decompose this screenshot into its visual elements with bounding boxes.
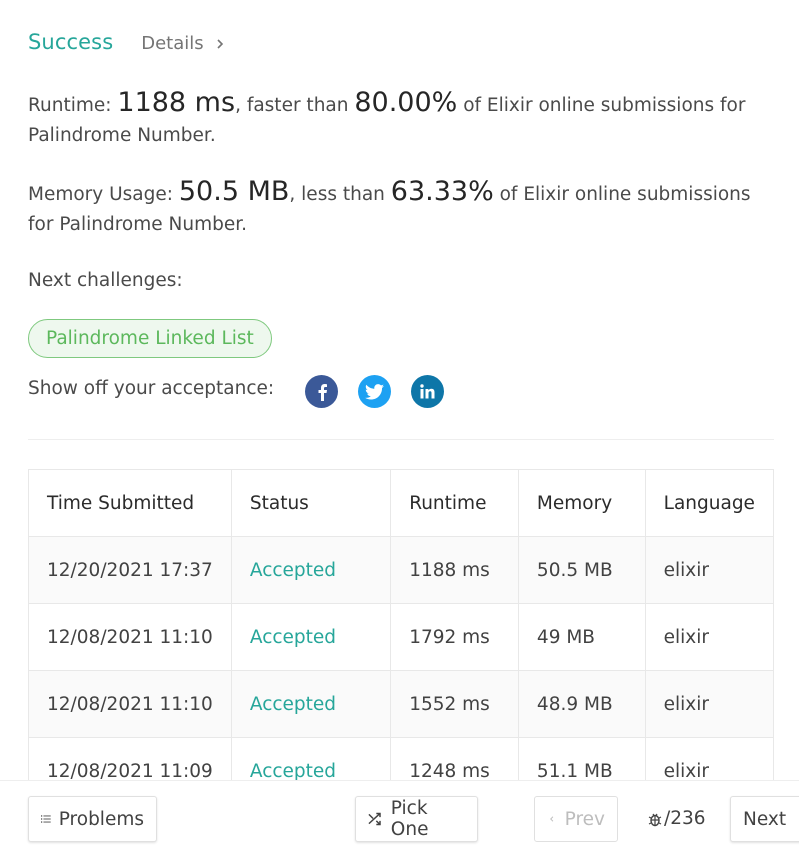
result-header: Success Details xyxy=(28,30,226,54)
cell-language: elixir xyxy=(644,603,775,671)
header-runtime[interactable]: Runtime xyxy=(390,469,519,537)
share-label: Show off your acceptance: xyxy=(28,378,275,399)
problems-label: Problems xyxy=(58,808,144,830)
cell-memory: 50.5 MB xyxy=(517,536,646,604)
status-link[interactable]: Accepted xyxy=(230,603,392,671)
bug-icon xyxy=(648,813,662,826)
header-time-submitted[interactable]: Time Submitted xyxy=(28,469,232,537)
status-link[interactable]: Accepted xyxy=(230,670,392,738)
twitter-icon[interactable] xyxy=(358,375,391,408)
cell-time: 12/08/2021 11:10 xyxy=(28,670,232,738)
submissions-table: Time Submitted Status Runtime Memory Lan… xyxy=(28,469,775,805)
runtime-prefix: Runtime: xyxy=(28,95,118,116)
chevron-right-icon xyxy=(217,38,223,49)
table-row: 12/08/2021 11:10 Accepted 1552 ms 48.9 M… xyxy=(28,670,775,738)
memory-summary: Memory Usage: 50.5 MB, less than 63.33% … xyxy=(28,177,768,240)
runtime-summary: Runtime: 1188 ms, faster than 80.00% of … xyxy=(28,88,768,151)
cell-language: elixir xyxy=(644,670,775,738)
cell-runtime: 1552 ms xyxy=(390,670,519,738)
problems-button[interactable]: Problems xyxy=(28,796,157,842)
cell-time: 12/20/2021 17:37 xyxy=(28,536,232,604)
cell-memory: 48.9 MB xyxy=(517,670,646,738)
prev-button[interactable]: Prev xyxy=(534,796,618,842)
status-link[interactable]: Accepted xyxy=(230,536,392,604)
success-status: Success xyxy=(28,30,114,54)
details-label: Details xyxy=(141,33,204,54)
pick-one-label: Pick One xyxy=(390,798,429,840)
memory-prefix: Memory Usage: xyxy=(28,184,179,205)
details-link[interactable]: Details xyxy=(141,33,225,54)
facebook-icon[interactable] xyxy=(305,375,338,408)
table-row: 12/08/2021 11:10 Accepted 1792 ms 49 MB … xyxy=(28,603,775,671)
runtime-mid: , faster than xyxy=(235,95,355,116)
shuffle-icon xyxy=(368,812,381,826)
cell-runtime: 1188 ms xyxy=(390,536,519,604)
bottom-toolbar: Problems Pick One Prev /236 Next xyxy=(0,780,799,851)
cell-memory: 49 MB xyxy=(517,603,646,671)
runtime-value: 1188 ms xyxy=(117,87,236,118)
memory-percent: 63.33% xyxy=(390,176,494,207)
section-divider xyxy=(28,439,774,440)
runtime-percent: 80.00% xyxy=(354,87,458,118)
cell-language: elixir xyxy=(644,536,775,604)
header-memory[interactable]: Memory xyxy=(517,469,646,537)
next-button[interactable]: Next xyxy=(730,796,799,842)
counter-label: /236 xyxy=(664,808,706,829)
next-challenge-tag[interactable]: Palindrome Linked List xyxy=(28,319,272,358)
cell-runtime: 1792 ms xyxy=(390,603,519,671)
header-status[interactable]: Status xyxy=(230,469,392,537)
memory-value: 50.5 MB xyxy=(178,176,290,207)
linkedin-icon[interactable] xyxy=(411,375,444,408)
next-label: Next xyxy=(743,808,787,830)
chevron-left-icon xyxy=(550,816,554,822)
memory-mid: , less than xyxy=(289,184,391,205)
table-row: 12/20/2021 17:37 Accepted 1188 ms 50.5 M… xyxy=(28,536,775,604)
problem-counter[interactable]: /236 xyxy=(647,808,706,829)
pick-one-button[interactable]: Pick One xyxy=(355,796,478,842)
next-challenges-label: Next challenges: xyxy=(28,270,183,291)
table-header-row: Time Submitted Status Runtime Memory Lan… xyxy=(28,469,775,537)
prev-label: Prev xyxy=(564,808,605,830)
cell-time: 12/08/2021 11:10 xyxy=(28,603,232,671)
list-icon xyxy=(41,815,51,823)
header-language[interactable]: Language xyxy=(644,469,775,537)
